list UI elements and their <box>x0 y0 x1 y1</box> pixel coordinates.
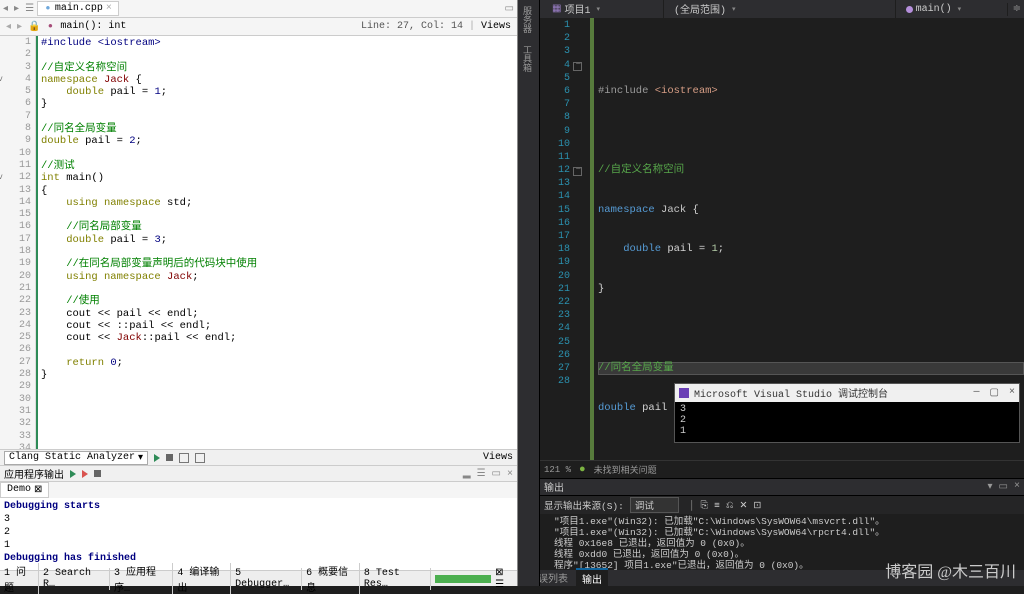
status-tests[interactable]: 8 Test Res… <box>360 568 431 590</box>
crumb-split-icon[interactable]: ≑ <box>1010 3 1024 15</box>
status-search[interactable]: 2 Search R… <box>39 568 110 590</box>
breadcrumb-fn[interactable]: main(): int <box>60 21 126 32</box>
cpp-icon: ▦ <box>552 3 561 15</box>
vs-output-title: 输出 <box>544 479 564 495</box>
output-source-select[interactable]: 调试 <box>630 497 679 513</box>
output-tabs: Demo⊠ <box>0 481 517 498</box>
left-breadcrumb: ◂ ▸ 🔒 • main(): int Line: 27, Col: 14 | … <box>0 18 517 36</box>
status-summary[interactable]: 6 概要信息 <box>302 563 360 594</box>
crumb-function[interactable]: main() <box>898 3 1008 16</box>
vs-output-toolbar: 显示输出来源(S): 调试 │ ⎘ ≡ ⎌ ✕ ⊡ <box>518 496 1024 514</box>
left-line-gutter: 1234567891011121314151617181920212223242… <box>0 36 36 449</box>
output-body: Debugging starts 3 2 1 Debugging has fin… <box>0 498 517 570</box>
zoom-level[interactable]: 121 % <box>544 465 571 475</box>
toolbox-tab[interactable]: 工具箱 <box>518 39 535 78</box>
close-tab-icon[interactable]: × <box>106 3 112 14</box>
views-menu[interactable]: Views <box>481 21 511 32</box>
tool-icon-5[interactable]: ⊡ <box>753 500 761 511</box>
server-explorer-tab[interactable]: 服务器 <box>518 0 535 39</box>
app-root: ◂ ▸ ☰ • main.cpp × ▭ ◂ ▸ 🔒 • main(): int… <box>0 0 1024 586</box>
member-icon <box>906 6 913 13</box>
right-line-gutter: 1234567891011121314151617181920212223242… <box>540 18 576 460</box>
console-body: 3 2 1 <box>675 402 1019 442</box>
tool-icon-4[interactable]: ✕ <box>739 500 747 511</box>
tool-icon-2[interactable]: ≡ <box>714 500 720 511</box>
tab-next-icon[interactable]: ▸ <box>11 3 22 15</box>
output-min-icon[interactable]: ▂ ☰ ▭ × <box>463 468 513 480</box>
out-line-4: 1 <box>4 539 513 552</box>
output-header: 应用程序输出 ▂ ☰ ▭ × <box>0 465 517 481</box>
output-tab-demo[interactable]: Demo⊠ <box>0 482 49 498</box>
output-pin-icon[interactable]: ▾ <box>988 481 993 493</box>
status-issues[interactable]: 1 问题 <box>0 563 39 594</box>
file-tab-label: main.cpp <box>55 3 103 14</box>
run-icon[interactable] <box>154 454 160 462</box>
status-compile[interactable]: 4 编译输出 <box>173 563 231 594</box>
watermark: 博客园 @木三百川 <box>885 558 1016 582</box>
tab-output[interactable]: 输出 <box>576 568 608 588</box>
cursor-position: Line: 27, Col: 14 <box>361 21 463 32</box>
out-line-3: 2 <box>4 526 513 539</box>
output-run2-icon[interactable] <box>82 470 88 478</box>
console-max-icon[interactable]: ▢ <box>990 387 999 399</box>
console-min-icon[interactable]: — <box>974 387 980 399</box>
status-close-icon[interactable]: ⊠ ☰ <box>495 567 517 591</box>
left-editor[interactable]: 1234567891011121314151617181920212223242… <box>0 36 517 449</box>
stop-icon[interactable] <box>166 454 173 461</box>
crumb-project[interactable]: ▦项目1 <box>544 0 664 18</box>
output-stop-icon[interactable] <box>94 470 101 477</box>
cpp-file-icon: • <box>44 4 52 14</box>
filter-icon[interactable] <box>179 453 189 463</box>
left-ide: ◂ ▸ ☰ • main.cpp × ▭ ◂ ▸ 🔒 • main(): int… <box>0 0 518 586</box>
analyzer-select[interactable]: Clang Static Analyzer▾ <box>4 451 148 465</box>
output-dock-icon[interactable]: ▭ <box>999 481 1008 493</box>
status-debugger[interactable]: 5 Debugger… <box>231 568 302 590</box>
vs-sidebar: 服务器 工具箱 <box>518 0 540 586</box>
dbg-end: Debugging has finished <box>4 552 513 565</box>
function-icon: • <box>47 22 55 32</box>
output-source-label: 显示输出来源(S): <box>544 498 624 512</box>
output-close-icon[interactable]: × <box>1014 481 1020 493</box>
vs-breadcrumb: ▦项目1 (全局范围) main() ≑ <box>518 0 1024 18</box>
crumb-prev-icon[interactable]: ◂ <box>6 21 11 33</box>
crumb-next-icon[interactable]: ▸ <box>17 21 22 33</box>
split-icon[interactable]: ▭ <box>502 3 517 15</box>
vs-output-header: 输出 ▾ ▭ × <box>518 478 1024 496</box>
console-titlebar[interactable]: Microsoft Visual Studio 调试控制台 — ▢ × <box>675 384 1019 402</box>
status-app-output[interactable]: 3 应用程序… <box>110 563 173 594</box>
vs-logo-icon <box>679 388 689 398</box>
tab-list-icon[interactable]: ☰ <box>22 3 37 15</box>
console-title: Microsoft Visual Studio 调试控制台 <box>694 385 888 401</box>
crumb-scope[interactable]: (全局范围) <box>666 0 896 18</box>
right-editor-status: 121 % ● 未找到相关问题 <box>518 460 1024 478</box>
out-line-2: 3 <box>4 513 513 526</box>
console-close-icon[interactable]: × <box>1009 387 1015 399</box>
analyzer-bar: Clang Static Analyzer▾ Views <box>0 449 517 465</box>
left-code-area[interactable]: #include <iostream> //自定义名称空间 namespace … <box>36 36 517 449</box>
left-statusbar: 1 问题 2 Search R… 3 应用程序… 4 编译输出 5 Debugg… <box>0 570 517 586</box>
no-issues-label: 未找到相关问题 <box>594 463 657 476</box>
tool-icon-1[interactable]: ⎘ <box>701 500 709 511</box>
tab-prev-icon[interactable]: ◂ <box>0 3 11 15</box>
file-tab-main-cpp[interactable]: • main.cpp × <box>37 1 119 16</box>
progress-bar <box>435 575 491 583</box>
tool-icon-3[interactable]: ⎌ <box>726 500 734 511</box>
lock-icon: 🔒 <box>28 21 40 33</box>
right-ide: 服务器 工具箱 ▦项目1 (全局范围) main() ≑ 12345678910… <box>518 0 1024 586</box>
debug-console-window[interactable]: Microsoft Visual Studio 调试控制台 — ▢ × 3 2 … <box>674 383 1020 443</box>
clear-icon[interactable] <box>195 453 205 463</box>
analyzer-views-label[interactable]: Views <box>483 452 513 463</box>
left-tab-bar: ◂ ▸ ☰ • main.cpp × ▭ <box>0 0 517 18</box>
output-run-icon[interactable] <box>70 470 76 478</box>
dbg-start: Debugging starts <box>4 500 513 513</box>
issues-ok-icon: ● <box>579 464 586 476</box>
output-title: 应用程序输出 <box>4 466 64 482</box>
